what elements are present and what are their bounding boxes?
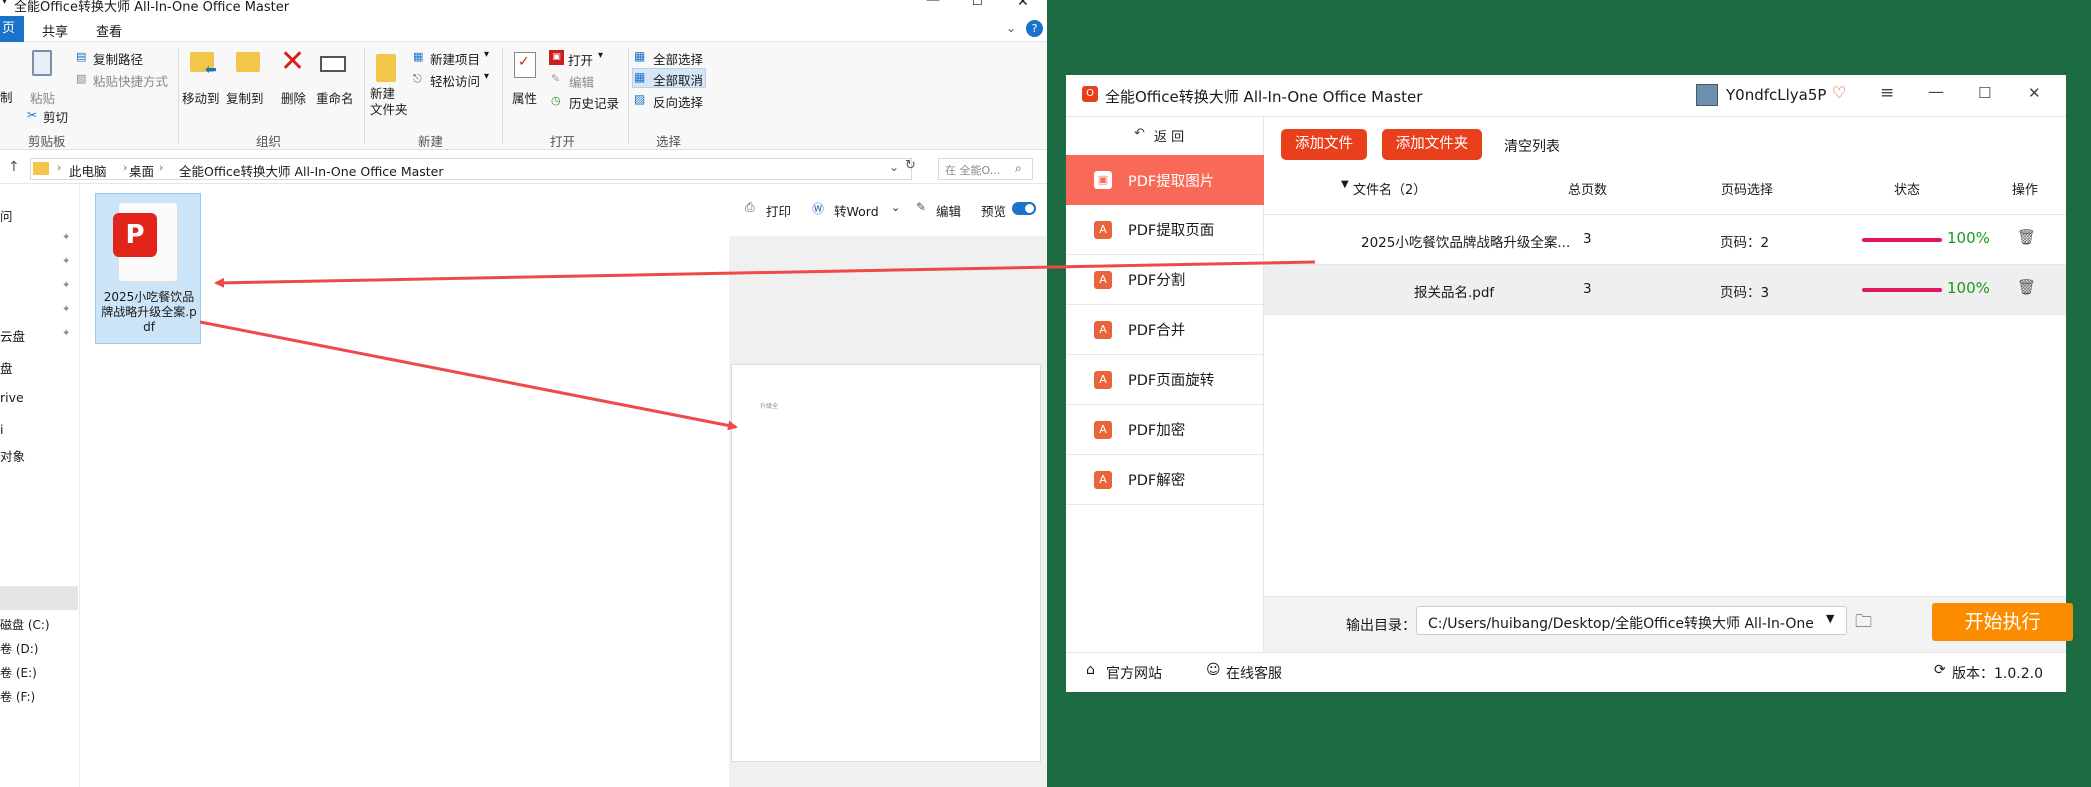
arrow-to-file: [214, 260, 1316, 288]
arrow-to-preview: [199, 320, 738, 431]
annotation-arrows: [199, 260, 1316, 431]
